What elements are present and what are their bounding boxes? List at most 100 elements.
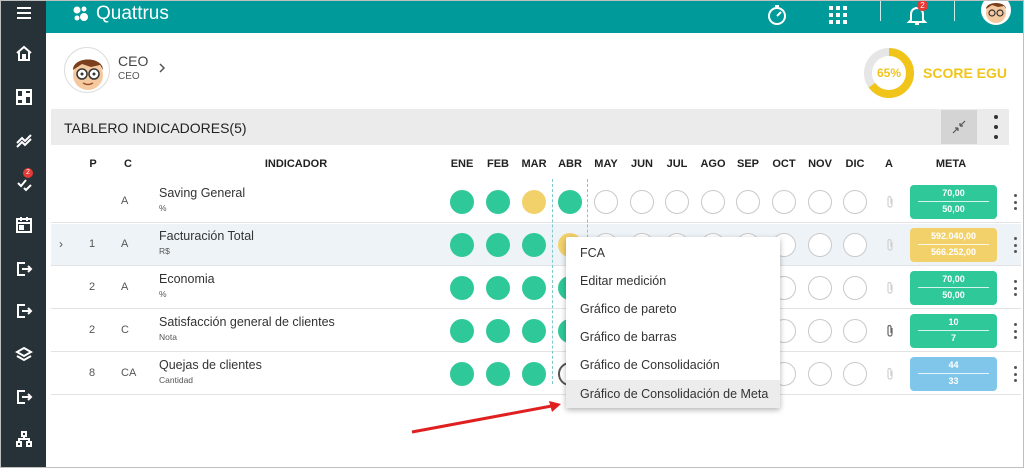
- meta-box: 70,00 50,00: [910, 271, 997, 305]
- row-options-button[interactable]: [1012, 323, 1018, 339]
- month-status-nov[interactable]: [808, 362, 832, 386]
- indicator-name[interactable]: Facturación Total: [159, 229, 254, 243]
- col-a: A: [885, 158, 893, 170]
- month-status-feb[interactable]: [486, 276, 510, 300]
- table-row[interactable]: 2 A Economia% 70,00 50,00: [51, 267, 1021, 309]
- month-status-mar[interactable]: [522, 319, 546, 343]
- row-options-button[interactable]: [1012, 237, 1018, 253]
- meta-box: 70,00 50,00: [910, 185, 997, 219]
- month-status-nov[interactable]: [808, 233, 832, 257]
- brand[interactable]: Quattrus: [72, 3, 169, 25]
- collapse-button[interactable]: [941, 110, 977, 144]
- collapse-icon: [952, 120, 966, 134]
- month-status-mar[interactable]: [522, 276, 546, 300]
- col-c: C: [124, 158, 132, 170]
- row-category: A: [121, 281, 129, 293]
- topbar: Quattrus 2: [46, 1, 1023, 33]
- indicator-name[interactable]: Saving General: [159, 186, 245, 200]
- trend-icon[interactable]: [1, 120, 46, 160]
- attachment-icon[interactable]: [885, 238, 895, 252]
- indicator-unit: Cantidad: [159, 375, 194, 385]
- indicator-unit: %: [159, 203, 167, 213]
- bell-icon[interactable]: 2: [902, 1, 932, 29]
- month-status-abr[interactable]: [558, 190, 582, 214]
- month-status-dic[interactable]: [843, 276, 867, 300]
- row-options-button[interactable]: [1012, 280, 1018, 296]
- row-priority: 2: [89, 281, 96, 293]
- row-options-button[interactable]: [1012, 194, 1018, 210]
- indicator-name[interactable]: Satisfacción general de clientes: [159, 315, 335, 329]
- month-status-nov[interactable]: [808, 319, 832, 343]
- col-month-jul: JUL: [666, 158, 688, 170]
- checklist-icon[interactable]: 2: [1, 163, 46, 203]
- indicator-name[interactable]: Quejas de clientes: [159, 358, 262, 372]
- home-icon[interactable]: [1, 33, 46, 73]
- table-row[interactable]: 8 CA Quejas de clientes Cantidad 44 33: [51, 353, 1021, 395]
- meta-target: 70,00: [942, 274, 965, 284]
- export-icon[interactable]: [1, 377, 46, 417]
- layers-icon[interactable]: [1, 335, 46, 375]
- attachment-icon[interactable]: [885, 195, 895, 209]
- col-month-dic: DIC: [845, 158, 865, 170]
- month-status-mar[interactable]: [522, 190, 546, 214]
- panel-options-button[interactable]: [991, 115, 1001, 139]
- dashboard-icon[interactable]: [1, 77, 46, 117]
- menu-icon[interactable]: [1, 1, 46, 33]
- month-status-feb[interactable]: [486, 362, 510, 386]
- chevron-right-icon[interactable]: [156, 62, 168, 74]
- notification-badge: 2: [917, 1, 928, 11]
- row-category: A: [121, 238, 129, 250]
- table-row[interactable]: › 1 A Facturación Total R$ 592.040,00 566.252,…: [51, 224, 1021, 266]
- month-status-ene[interactable]: [450, 319, 474, 343]
- month-status-mar[interactable]: [522, 233, 546, 257]
- calendar-icon[interactable]: [1, 205, 46, 245]
- month-status-sep[interactable]: [736, 190, 760, 214]
- menu-item-grafico-consolidacion[interactable]: Gráfico de Consolidación: [566, 351, 780, 379]
- row-priority: 1: [89, 238, 96, 250]
- menu-item-editar-medicion[interactable]: Editar medición: [566, 267, 780, 295]
- hierarchy-icon[interactable]: [1, 419, 46, 459]
- col-month-sep: SEP: [736, 158, 759, 170]
- month-status-dic[interactable]: [843, 362, 867, 386]
- month-status-ene[interactable]: [450, 276, 474, 300]
- meta-minimum: 50,00: [942, 204, 965, 214]
- profile-avatar[interactable]: [64, 47, 110, 93]
- sidebar: 2: [1, 1, 46, 467]
- month-status-ago[interactable]: [701, 190, 725, 214]
- separator: [954, 1, 955, 21]
- month-status-ene[interactable]: [450, 233, 474, 257]
- month-status-feb[interactable]: [486, 233, 510, 257]
- expand-row-icon[interactable]: ›: [59, 237, 63, 251]
- month-status-oct[interactable]: [772, 190, 796, 214]
- meta-minimum: 33: [948, 376, 959, 386]
- menu-item-grafico-pareto[interactable]: Gráfico de pareto: [566, 295, 780, 323]
- row-options-button[interactable]: [1012, 366, 1018, 382]
- month-status-jul[interactable]: [665, 190, 689, 214]
- month-status-feb[interactable]: [486, 319, 510, 343]
- month-status-ene[interactable]: [450, 362, 474, 386]
- month-status-dic[interactable]: [843, 233, 867, 257]
- month-status-ene[interactable]: [450, 190, 474, 214]
- apps-grid-icon[interactable]: [824, 1, 852, 29]
- user-avatar[interactable]: [981, 1, 1011, 25]
- month-status-nov[interactable]: [808, 190, 832, 214]
- export-icon[interactable]: [1, 291, 46, 331]
- attachment-icon[interactable]: [885, 367, 895, 381]
- month-status-may[interactable]: [594, 190, 618, 214]
- menu-item-grafico-barras[interactable]: Gráfico de barras: [566, 323, 780, 351]
- indicator-name[interactable]: Economia: [159, 272, 215, 286]
- attachment-icon[interactable]: [885, 281, 895, 295]
- month-status-dic[interactable]: [843, 190, 867, 214]
- month-status-jun[interactable]: [630, 190, 654, 214]
- month-status-nov[interactable]: [808, 276, 832, 300]
- table-row[interactable]: 2 C Satisfacción general de clientes Nota 10…: [51, 310, 1021, 352]
- month-status-dic[interactable]: [843, 319, 867, 343]
- menu-item-grafico-consolidacion-meta[interactable]: Gráfico de Consolidación de Meta: [566, 380, 780, 408]
- attachment-icon[interactable]: [885, 324, 895, 338]
- month-status-feb[interactable]: [486, 190, 510, 214]
- month-status-mar[interactable]: [522, 362, 546, 386]
- timer-icon[interactable]: [762, 1, 792, 29]
- export-icon[interactable]: [1, 249, 46, 289]
- menu-item-fca[interactable]: FCA: [566, 239, 780, 267]
- table-row[interactable]: A Saving General% 70,00 50,00: [51, 181, 1021, 223]
